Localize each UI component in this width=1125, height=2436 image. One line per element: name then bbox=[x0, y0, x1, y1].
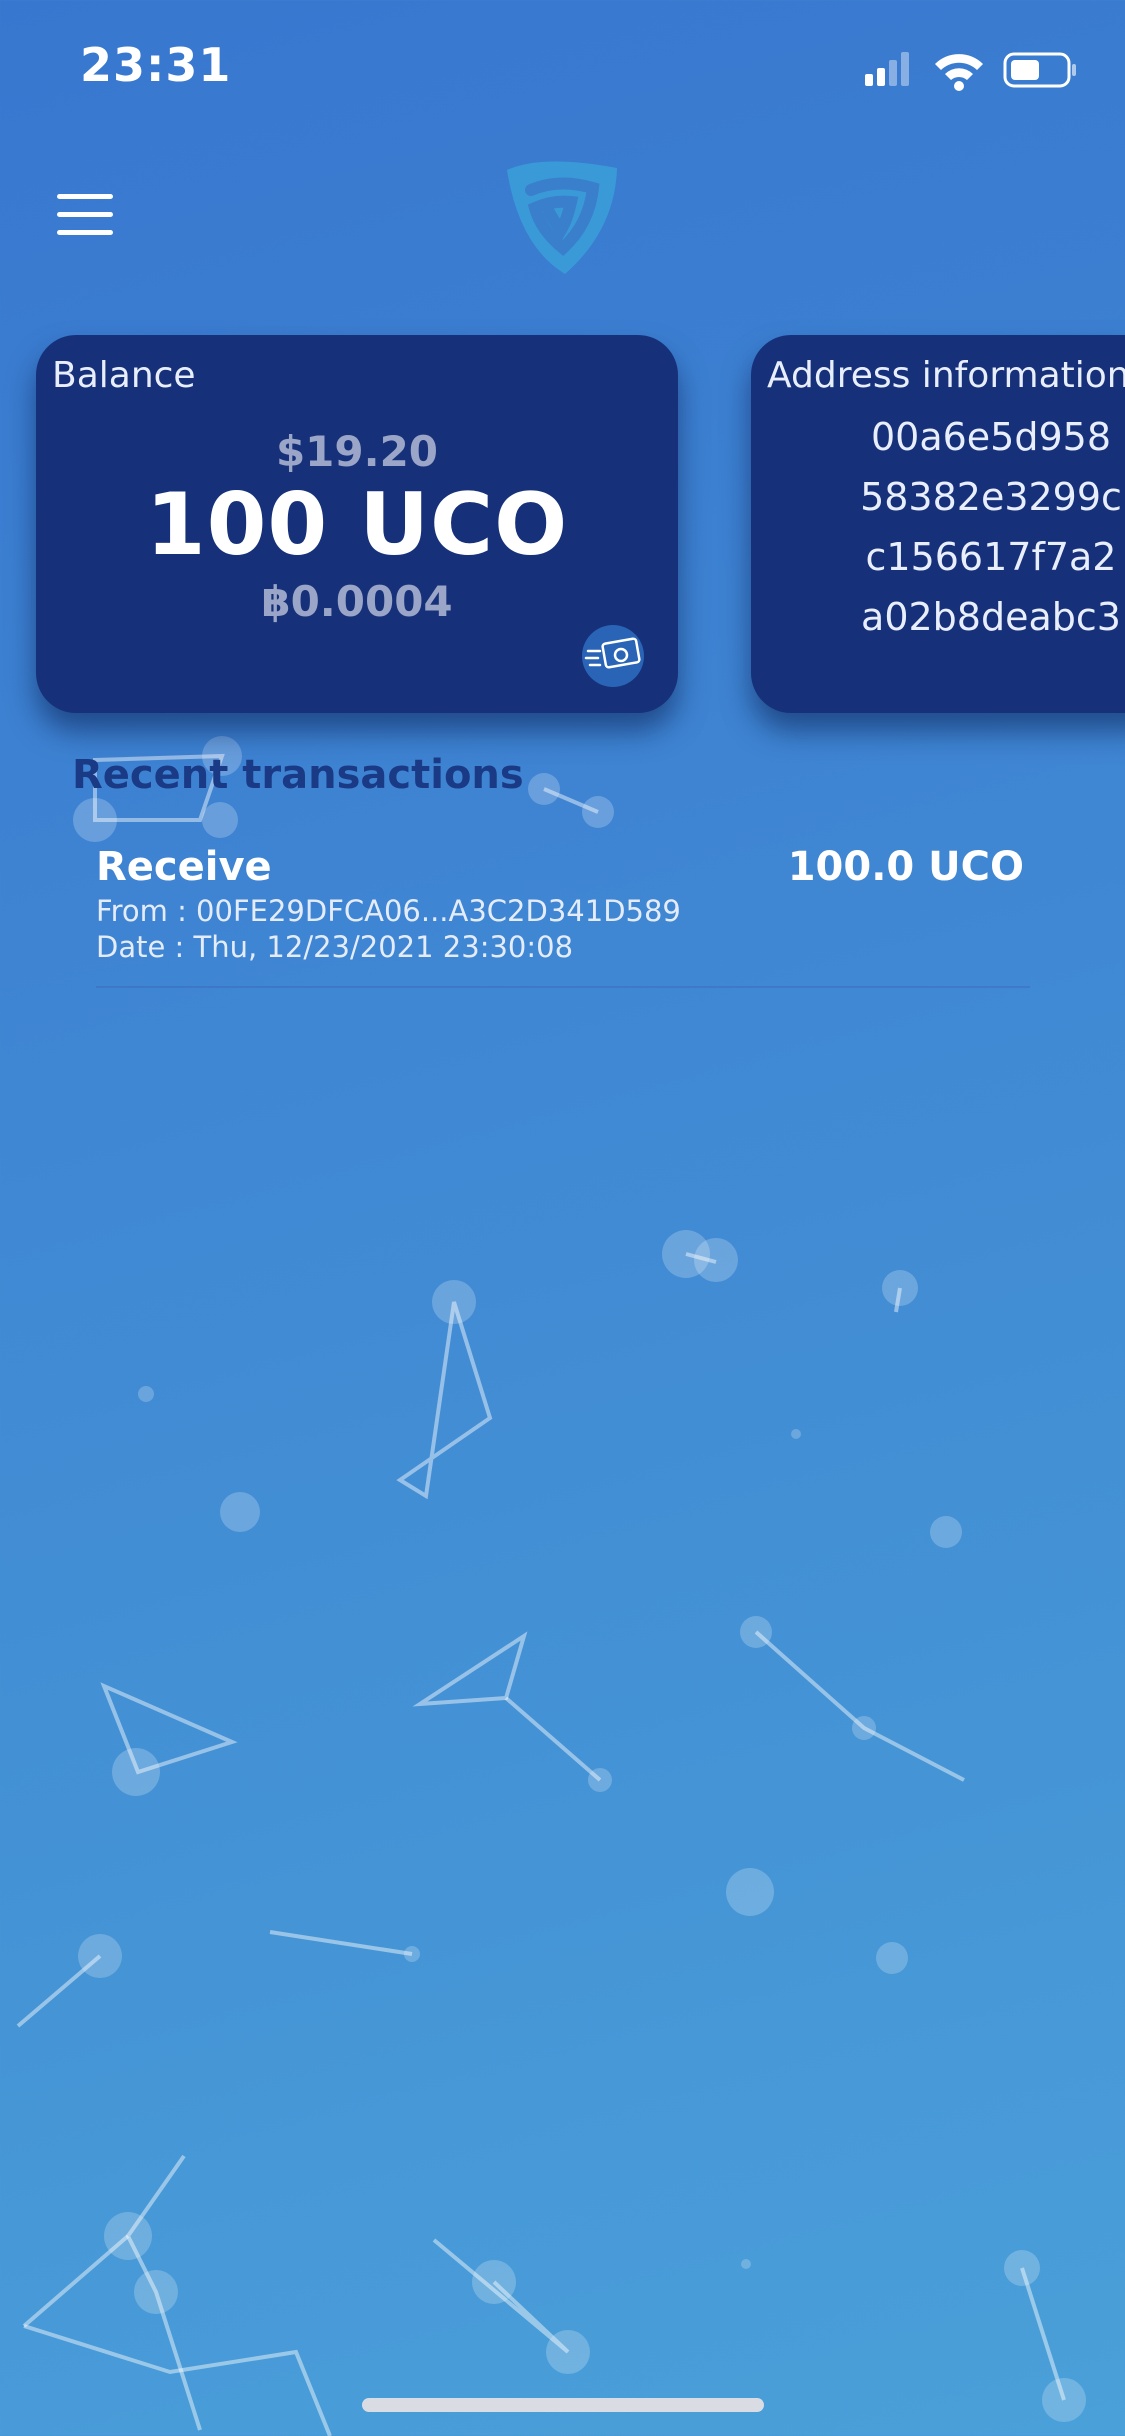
status-bar: 23:31 bbox=[0, 0, 1125, 140]
battery-icon bbox=[1003, 52, 1076, 88]
uco-balance: 100 UCO bbox=[145, 475, 569, 575]
address-line: a02b8deabc3 bbox=[861, 595, 1121, 639]
transaction-amount: 100.0 UCO bbox=[787, 844, 1024, 890]
address-line: 00a6e5d958 bbox=[870, 415, 1112, 459]
address-card[interactable]: Address information 00a6e5d958 58382e329… bbox=[751, 335, 1125, 713]
menu-button[interactable] bbox=[50, 190, 120, 240]
fiat-balance: $19.20 bbox=[275, 427, 439, 476]
transaction-date: Date : Thu, 12/23/2021 23:30:08 bbox=[96, 930, 574, 964]
recent-transactions-title: Recent transactions bbox=[72, 752, 524, 798]
transaction-type: Receive bbox=[96, 844, 272, 890]
transaction-from: From : 00FE29DFCA06...A3C2D341D589 bbox=[96, 894, 681, 928]
cellular-signal-icon bbox=[865, 52, 909, 86]
transfer-button[interactable] bbox=[582, 625, 644, 687]
wallet-transfer-icon bbox=[584, 637, 641, 669]
transaction-row[interactable]: Receive 100.0 UCO From : 00FE29DFCA06...… bbox=[96, 840, 1030, 988]
address-line: c156617f7a2 bbox=[865, 535, 1117, 579]
hamburger-menu-icon bbox=[57, 194, 113, 199]
address-line: 58382e3299c bbox=[860, 475, 1122, 519]
btc-balance: ฿0.0004 bbox=[261, 577, 453, 626]
shield-logo bbox=[507, 161, 617, 274]
wifi-icon bbox=[935, 54, 983, 91]
balance-card[interactable]: Balance $19.20 100 UCO ฿0.0004 bbox=[36, 335, 678, 713]
balance-title: Balance bbox=[52, 355, 196, 396]
home-indicator[interactable] bbox=[362, 2398, 764, 2412]
address-lines: 00a6e5d958 58382e3299c c156617f7a2 a02b8… bbox=[751, 407, 1125, 647]
status-time: 23:31 bbox=[80, 38, 232, 92]
address-title: Address information bbox=[767, 355, 1125, 396]
status-icons bbox=[865, 52, 1076, 91]
